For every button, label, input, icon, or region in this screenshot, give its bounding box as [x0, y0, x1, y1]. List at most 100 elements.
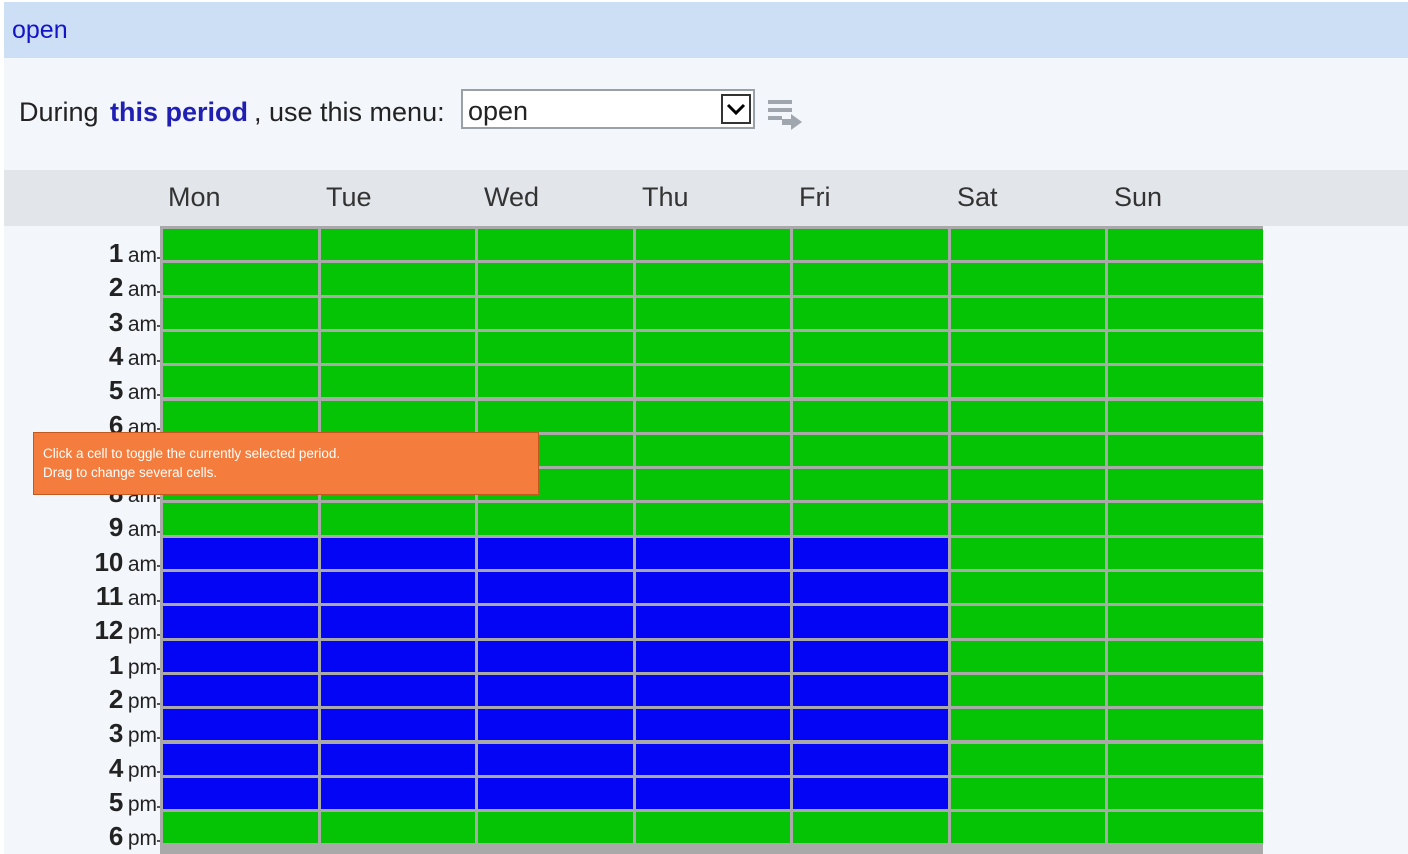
schedule-cell[interactable] — [478, 263, 633, 295]
schedule-cell[interactable] — [163, 606, 318, 638]
schedule-cell[interactable] — [478, 572, 633, 604]
schedule-cell[interactable] — [793, 537, 948, 569]
schedule-cell[interactable] — [1108, 640, 1263, 672]
schedule-cell[interactable] — [163, 503, 318, 535]
schedule-cell[interactable] — [950, 709, 1105, 741]
schedule-cell[interactable] — [793, 469, 948, 501]
schedule-cell[interactable] — [320, 229, 475, 261]
schedule-cell[interactable] — [320, 640, 475, 672]
schedule-cell[interactable] — [1108, 777, 1263, 810]
schedule-cell[interactable] — [793, 400, 948, 432]
schedule-cell[interactable] — [163, 400, 318, 432]
schedule-cell[interactable] — [950, 331, 1105, 364]
schedule-cell[interactable] — [320, 743, 475, 775]
schedule-cell[interactable] — [163, 297, 318, 329]
schedule-cell[interactable] — [793, 572, 948, 604]
schedule-cell[interactable] — [635, 366, 790, 398]
schedule-cell[interactable] — [950, 434, 1105, 467]
menu-select[interactable]: open — [461, 89, 755, 129]
schedule-cell[interactable] — [950, 743, 1105, 775]
schedule-cell[interactable] — [635, 229, 790, 261]
schedule-cell[interactable] — [320, 400, 475, 432]
schedule-cell[interactable] — [478, 229, 633, 261]
schedule-cell[interactable] — [320, 674, 475, 707]
schedule-cell[interactable] — [793, 674, 948, 707]
schedule-cell[interactable] — [950, 572, 1105, 604]
schedule-cell[interactable] — [478, 366, 633, 398]
schedule-cell[interactable] — [1108, 537, 1263, 569]
schedule-cell[interactable] — [1108, 469, 1263, 501]
schedule-cell[interactable] — [793, 640, 948, 672]
schedule-cell[interactable] — [163, 331, 318, 364]
schedule-cell[interactable] — [1108, 503, 1263, 535]
schedule-cell[interactable] — [635, 777, 790, 810]
schedule-cell[interactable] — [635, 674, 790, 707]
schedule-cell[interactable] — [950, 537, 1105, 569]
schedule-cell[interactable] — [163, 640, 318, 672]
schedule-cell[interactable] — [635, 606, 790, 638]
schedule-grid[interactable] — [160, 226, 1263, 854]
schedule-cell[interactable] — [320, 297, 475, 329]
schedule-cell[interactable] — [950, 812, 1105, 844]
schedule-cell[interactable] — [163, 366, 318, 398]
schedule-cell[interactable] — [1108, 331, 1263, 364]
schedule-cell[interactable] — [1108, 297, 1263, 329]
schedule-cell[interactable] — [635, 640, 790, 672]
schedule-cell[interactable] — [635, 469, 790, 501]
schedule-cell[interactable] — [478, 606, 633, 638]
schedule-cell[interactable] — [793, 263, 948, 295]
schedule-cell[interactable] — [635, 263, 790, 295]
schedule-cell[interactable] — [1108, 366, 1263, 398]
schedule-cell[interactable] — [635, 434, 790, 467]
schedule-cell[interactable] — [320, 537, 475, 569]
schedule-cell[interactable] — [320, 331, 475, 364]
schedule-cell[interactable] — [793, 229, 948, 261]
schedule-cell[interactable] — [163, 229, 318, 261]
schedule-cell[interactable] — [635, 537, 790, 569]
schedule-cell[interactable] — [478, 400, 633, 432]
schedule-cell[interactable] — [163, 263, 318, 295]
schedule-cell[interactable] — [163, 812, 318, 844]
schedule-cell[interactable] — [478, 640, 633, 672]
schedule-cell[interactable] — [1108, 572, 1263, 604]
schedule-cell[interactable] — [163, 743, 318, 775]
schedule-cell[interactable] — [950, 777, 1105, 810]
schedule-cell[interactable] — [478, 777, 633, 810]
schedule-cell[interactable] — [793, 743, 948, 775]
schedule-cell[interactable] — [1108, 743, 1263, 775]
schedule-cell[interactable] — [1108, 606, 1263, 638]
schedule-cell[interactable] — [793, 812, 948, 844]
this-period-link[interactable]: this period — [110, 97, 248, 128]
schedule-cell[interactable] — [950, 640, 1105, 672]
schedule-cell[interactable] — [635, 297, 790, 329]
schedule-cell[interactable] — [1108, 812, 1263, 844]
schedule-cell[interactable] — [478, 297, 633, 329]
schedule-cell[interactable] — [163, 572, 318, 604]
schedule-cell[interactable] — [635, 709, 790, 741]
schedule-cell[interactable] — [635, 572, 790, 604]
schedule-cell[interactable] — [320, 606, 475, 638]
apply-menu-icon[interactable] — [768, 98, 804, 137]
schedule-cell[interactable] — [320, 503, 475, 535]
schedule-cell[interactable] — [793, 709, 948, 741]
schedule-cell[interactable] — [950, 469, 1105, 501]
schedule-cell[interactable] — [793, 366, 948, 398]
schedule-cell[interactable] — [478, 503, 633, 535]
schedule-cell[interactable] — [1108, 709, 1263, 741]
schedule-cell[interactable] — [793, 777, 948, 810]
schedule-cell[interactable] — [950, 503, 1105, 535]
schedule-cell[interactable] — [1108, 263, 1263, 295]
schedule-cell[interactable] — [1108, 674, 1263, 707]
schedule-cell[interactable] — [1108, 229, 1263, 261]
schedule-cell[interactable] — [320, 777, 475, 810]
schedule-cell[interactable] — [320, 366, 475, 398]
schedule-cell[interactable] — [950, 263, 1105, 295]
schedule-cell[interactable] — [478, 709, 633, 741]
schedule-cell[interactable] — [1108, 400, 1263, 432]
schedule-cell[interactable] — [163, 709, 318, 741]
schedule-cell[interactable] — [478, 812, 633, 844]
schedule-cell[interactable] — [163, 777, 318, 810]
chevron-down-icon[interactable] — [721, 94, 751, 124]
schedule-cell[interactable] — [793, 606, 948, 638]
schedule-cell[interactable] — [478, 537, 633, 569]
